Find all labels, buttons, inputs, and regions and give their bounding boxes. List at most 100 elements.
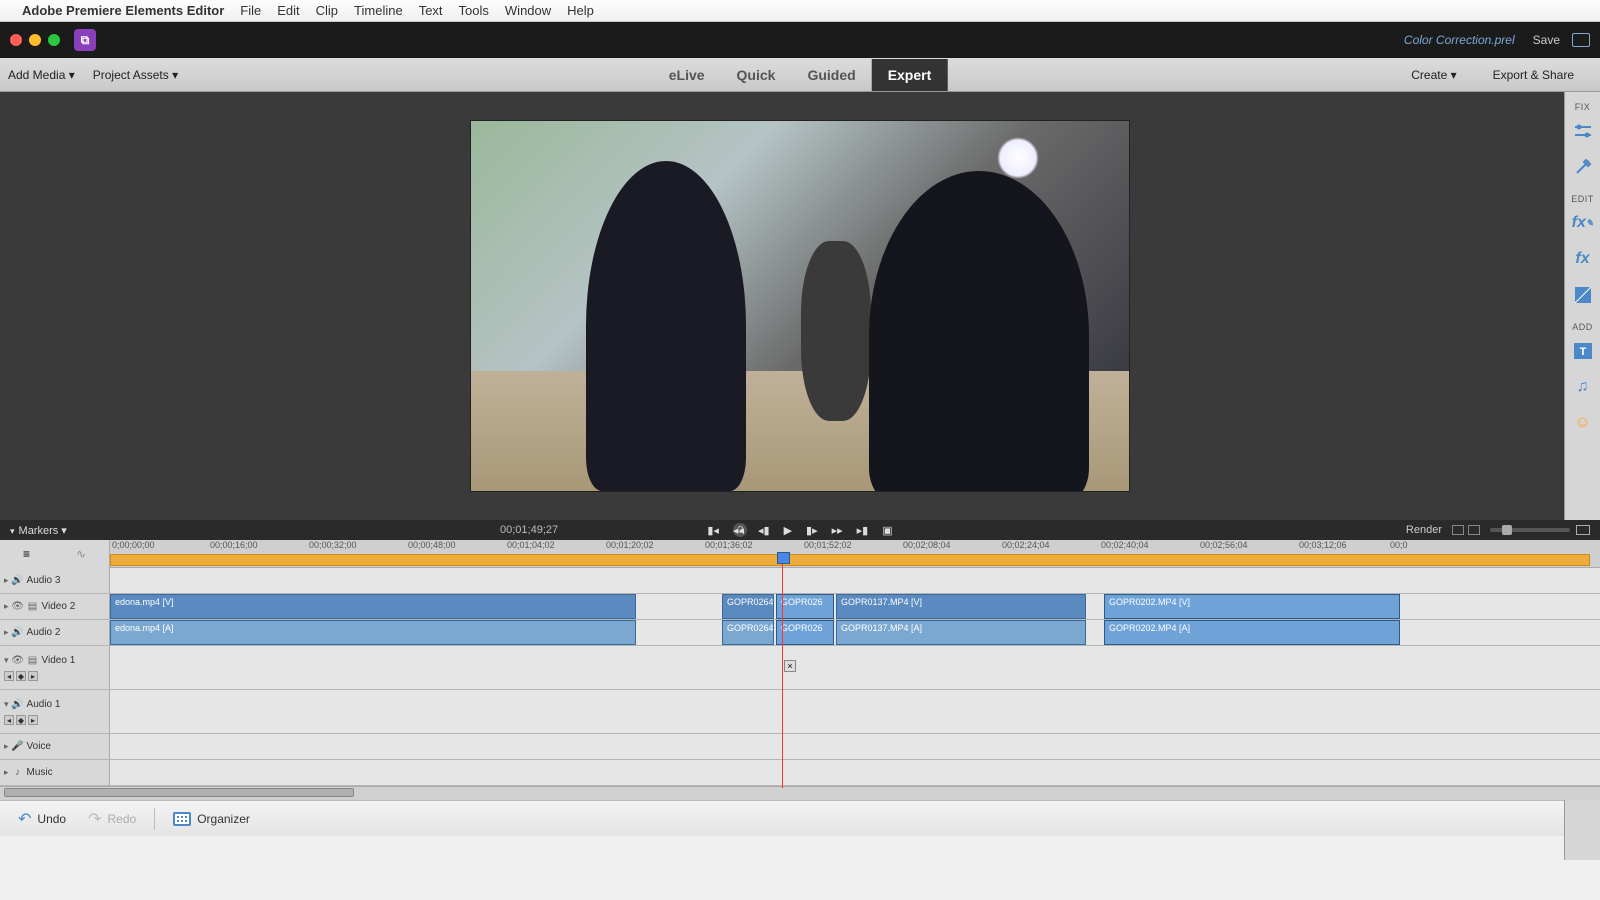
timeline-tool-a-icon[interactable]: ≡ xyxy=(23,547,30,561)
step-back-icon[interactable]: ◂▮ xyxy=(758,524,770,537)
graphics-icon[interactable]: ☺ xyxy=(1570,410,1596,436)
rail-section-fix: FIX xyxy=(1575,102,1591,112)
tab-quick[interactable]: Quick xyxy=(721,59,792,91)
menu-clip[interactable]: Clip xyxy=(316,3,338,18)
prev-frame-icon[interactable]: ◂◂ xyxy=(733,524,744,537)
clip-video[interactable]: GOPR0137.MP4 [V] xyxy=(836,594,1086,619)
undo-button[interactable]: ↶ Undo xyxy=(10,805,74,833)
track-label: Audio 3 xyxy=(27,575,61,586)
work-area-bar[interactable] xyxy=(110,554,1590,566)
ruler-tick: 00;00;48;00 xyxy=(408,540,456,550)
rail-section-add: ADD xyxy=(1572,322,1593,332)
menu-tools[interactable]: Tools xyxy=(459,3,489,18)
track-head-audio2[interactable]: ▸🔊 Audio 2 xyxy=(0,620,110,645)
render-button[interactable]: Render xyxy=(1406,524,1442,536)
track-head-music[interactable]: ▸♪ Music xyxy=(0,760,110,785)
zoom-slider[interactable] xyxy=(1490,528,1570,532)
clip-video-selected[interactable]: GOPR026 xyxy=(776,594,834,619)
maximize-icon[interactable] xyxy=(48,34,60,46)
playback-bar: Markers ▾ ? 00;01;49;27 ▮◂ ◂◂ ◂▮ ▶ ▮▸ ▸▸… xyxy=(0,520,1600,540)
clip-audio[interactable]: GOPR0264. xyxy=(722,620,774,645)
clip-audio-selected[interactable]: GOPR026 xyxy=(776,620,834,645)
titles-icon[interactable]: T xyxy=(1570,338,1596,364)
track-head-audio3[interactable]: ▸🔊 Audio 3 xyxy=(0,568,110,593)
redo-button[interactable]: ↷ Redo xyxy=(80,805,144,833)
ruler-tick: 00;01;52;02 xyxy=(804,540,852,550)
transport-controls: ▮◂ ◂◂ ◂▮ ▶ ▮▸ ▸▸ ▸▮ ▣ xyxy=(707,524,892,537)
save-button[interactable]: Save xyxy=(1533,33,1560,47)
clip-video[interactable]: GOPR0264. xyxy=(722,594,774,619)
video-preview[interactable] xyxy=(470,120,1130,492)
transitions-icon[interactable] xyxy=(1570,282,1596,308)
goto-end-icon[interactable]: ▸▮ xyxy=(857,524,869,537)
speaker-icon[interactable]: 🔊 xyxy=(12,698,24,710)
track-head-video2[interactable]: ▸👁▤ Video 2 xyxy=(0,594,110,619)
export-share-button[interactable]: Export & Share xyxy=(1493,68,1574,82)
menu-edit[interactable]: Edit xyxy=(277,3,299,18)
effects-icon[interactable]: fx✎ xyxy=(1570,210,1596,236)
svg-text:T: T xyxy=(1579,346,1586,358)
keyframe-nav[interactable]: ◂◆▸ xyxy=(4,671,38,681)
tab-elive[interactable]: eLive xyxy=(653,59,721,91)
menu-window[interactable]: Window xyxy=(505,3,551,18)
track-music: ▸♪ Music xyxy=(0,760,1600,786)
create-button[interactable]: Create ▾ xyxy=(1411,68,1456,82)
zoom-fit-icon[interactable] xyxy=(1576,525,1590,535)
track-label: Voice xyxy=(27,741,51,752)
marker-icon[interactable]: × xyxy=(784,660,796,672)
step-forward-icon[interactable]: ▮▸ xyxy=(806,524,818,537)
fullscreen-icon[interactable] xyxy=(1572,33,1590,47)
timeline-hscrollbar[interactable] xyxy=(0,786,1600,798)
eye-icon[interactable]: 👁 xyxy=(12,654,24,666)
project-filename: Color Correction.prel xyxy=(1404,33,1515,47)
organizer-button[interactable]: Organizer xyxy=(165,808,258,830)
playhead[interactable] xyxy=(782,554,783,788)
ruler-tick: 0;00;00;00 xyxy=(112,540,155,550)
music-note-icon[interactable]: ♪ xyxy=(12,767,24,779)
menu-file[interactable]: File xyxy=(240,3,261,18)
markers-dropdown[interactable]: Markers ▾ xyxy=(10,524,67,537)
play-icon[interactable]: ▶ xyxy=(784,524,792,537)
menu-timeline[interactable]: Timeline xyxy=(354,3,403,18)
clip-video[interactable]: edona.mp4 [V] xyxy=(110,594,636,619)
clip-audio[interactable]: GOPR0202.MP4 [A] xyxy=(1104,620,1400,645)
menu-text[interactable]: Text xyxy=(419,3,443,18)
applied-effects-icon[interactable]: fx xyxy=(1570,246,1596,272)
snapshot-icon[interactable]: ▣ xyxy=(882,524,892,537)
adjust-icon[interactable] xyxy=(1570,118,1596,144)
music-icon[interactable]: ♫ xyxy=(1570,374,1596,400)
clip-video[interactable]: GOPR0202.MP4 [V] xyxy=(1104,594,1400,619)
track-head-audio1[interactable]: ▾🔊 Audio 1 ◂◆▸ xyxy=(0,690,110,733)
close-icon[interactable] xyxy=(10,34,22,46)
goto-start-icon[interactable]: ▮◂ xyxy=(707,524,719,537)
app-logo-icon: ⧉ xyxy=(74,29,96,51)
project-assets-button[interactable]: Project Assets ▾ xyxy=(93,68,178,82)
minimize-icon[interactable] xyxy=(29,34,41,46)
app-name[interactable]: Adobe Premiere Elements Editor xyxy=(22,3,224,18)
track-head-voice[interactable]: ▸🎤 Voice xyxy=(0,734,110,759)
timecode-display[interactable]: 00;01;49;27 xyxy=(500,524,558,536)
ruler-tick: 00;00;32;00 xyxy=(309,540,357,550)
clip-audio[interactable]: GOPR0137.MP4 [A] xyxy=(836,620,1086,645)
track-audio1: ▾🔊 Audio 1 ◂◆▸ xyxy=(0,690,1600,734)
filmstrip-icon: ▤ xyxy=(27,654,39,666)
undo-icon: ↶ xyxy=(18,809,31,829)
tab-guided[interactable]: Guided xyxy=(791,59,871,91)
add-media-button[interactable]: Add Media ▾ xyxy=(8,68,75,82)
speaker-icon[interactable]: 🔊 xyxy=(12,575,24,587)
display-mode-toggle[interactable] xyxy=(1452,525,1480,535)
speaker-icon[interactable]: 🔊 xyxy=(12,627,24,639)
eye-icon[interactable]: 👁 xyxy=(12,601,24,613)
timeline-tool-b-icon[interactable]: ∿ xyxy=(76,547,86,561)
tools-icon[interactable] xyxy=(1570,154,1596,180)
track-head-video1[interactable]: ▾👁▤ Video 1 ◂◆▸ xyxy=(0,646,110,689)
mic-icon[interactable]: 🎤 xyxy=(12,741,24,753)
menu-help[interactable]: Help xyxy=(567,3,594,18)
track-voice: ▸🎤 Voice xyxy=(0,734,1600,760)
keyframe-nav[interactable]: ◂◆▸ xyxy=(4,715,38,725)
time-ruler[interactable]: 0;00;00;00 00;00;16;00 00;00;32;00 00;00… xyxy=(110,540,1600,554)
next-frame-icon[interactable]: ▸▸ xyxy=(832,524,843,537)
tab-expert[interactable]: Expert xyxy=(872,59,948,91)
clip-audio[interactable]: edona.mp4 [A] xyxy=(110,620,636,645)
rail-section-edit: EDIT xyxy=(1571,194,1594,204)
